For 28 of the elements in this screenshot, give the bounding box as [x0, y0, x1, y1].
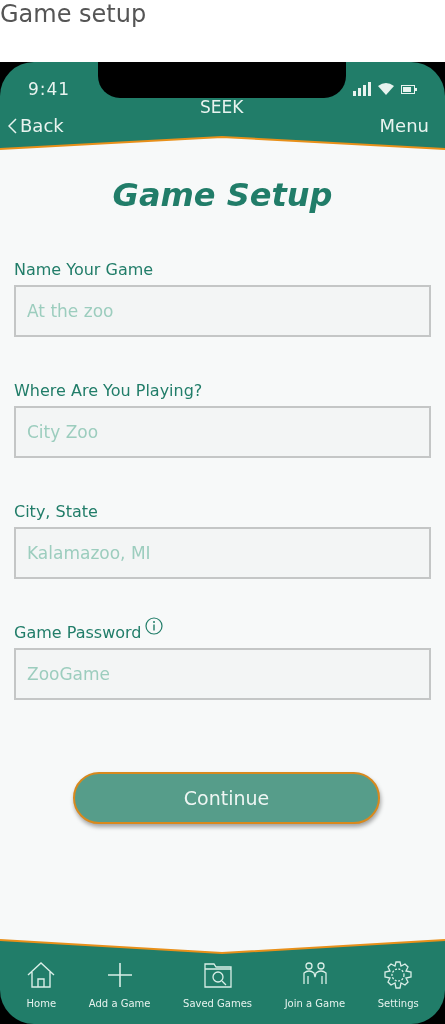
input-field[interactable]: Kalamazoo, MI — [14, 527, 431, 579]
field-label: City, State — [14, 502, 98, 521]
tab-bar-item[interactable]: Home — [26, 960, 57, 1024]
info-icon[interactable] — [145, 617, 164, 635]
folder-search-icon — [202, 960, 233, 990]
home-icon — [26, 960, 57, 990]
battery-icon — [401, 84, 417, 94]
settings-icon — [383, 960, 414, 990]
tab-bar-item[interactable]: Add a Game — [88, 960, 151, 1024]
tab-bar-item[interactable]: Join a Game — [284, 960, 346, 1024]
tab-bar-item[interactable]: Saved Games — [183, 960, 253, 1024]
signal-icon — [353, 82, 371, 96]
field-label: Name Your Game — [14, 260, 154, 279]
input-field[interactable]: ZooGame — [14, 648, 431, 700]
page-heading: Game Setup — [112, 176, 333, 214]
tab-bar-item[interactable]: Settings — [377, 960, 419, 1024]
field-label: Game Password — [14, 623, 142, 642]
status-time: 9:41 — [28, 79, 71, 99]
field-label: Where Are You Playing? — [14, 381, 203, 400]
continue-button[interactable]: Continue — [73, 772, 380, 824]
app-title: SEEK — [199, 97, 244, 117]
input-field[interactable]: City Zoo — [14, 406, 431, 458]
wifi-icon — [378, 83, 394, 95]
page-title: Game setup — [0, 0, 147, 28]
menu-link[interactable]: Menu — [379, 115, 429, 136]
back-link[interactable]: Back — [8, 115, 64, 136]
input-field[interactable]: At the zoo — [14, 285, 431, 337]
chevron-left-icon — [8, 117, 17, 134]
